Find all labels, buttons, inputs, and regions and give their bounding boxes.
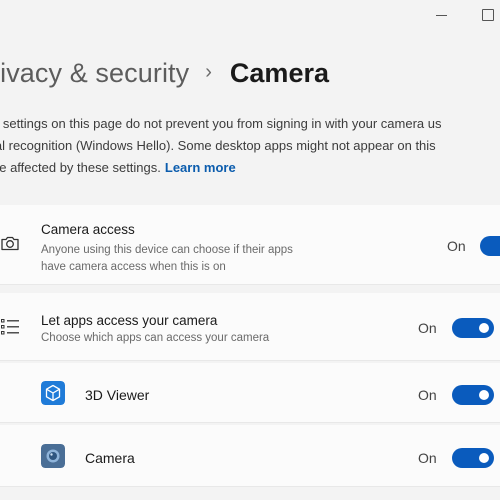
camera-access-toggle[interactable]	[480, 236, 500, 256]
maximize-icon[interactable]	[482, 9, 494, 21]
page-title: Camera	[229, 58, 329, 88]
camera-access-title: Camera access	[41, 222, 135, 237]
camera-app-toggle[interactable]	[452, 448, 494, 468]
3d-viewer-toggle[interactable]	[452, 385, 494, 405]
camera-app-icon	[41, 444, 65, 468]
description-line-1: e settings on this page do not prevent y…	[0, 116, 442, 131]
description-line-3: be affected by these settings. Learn more	[0, 157, 500, 179]
app-list-icon	[1, 319, 19, 335]
3d-viewer-toggle-label: On	[418, 387, 437, 403]
let-apps-toggle[interactable]	[452, 318, 494, 338]
description-line-2: ial recognition (Windows Hello). Some de…	[0, 138, 436, 153]
breadcrumb-separator-icon: ›	[205, 61, 212, 83]
minimize-icon[interactable]	[436, 15, 447, 16]
learn-more-link[interactable]: Learn more	[165, 160, 236, 175]
app-name-3d-viewer: 3D Viewer	[85, 387, 150, 403]
breadcrumb-parent-link[interactable]: rivacy & security	[0, 58, 189, 89]
page-description: e settings on this page do not prevent y…	[0, 113, 500, 179]
3d-viewer-icon	[41, 381, 65, 405]
let-apps-access-card: Let apps access your camera Choose which…	[0, 293, 500, 361]
app-row-3d-viewer: 3D Viewer On	[0, 363, 500, 423]
toggle-knob	[479, 453, 489, 463]
camera-app-toggle-label: On	[418, 450, 437, 466]
let-apps-toggle-label: On	[418, 320, 437, 336]
toggle-knob	[479, 390, 489, 400]
camera-access-subtitle: Anyone using this device can choose if t…	[41, 242, 293, 276]
breadcrumb: rivacy & security › Camera	[0, 58, 329, 89]
let-apps-access-title: Let apps access your camera	[41, 313, 218, 328]
let-apps-access-subtitle: Choose which apps can access your camera	[41, 332, 270, 344]
app-row-camera: Camera On	[0, 425, 500, 487]
camera-access-card: Camera access Anyone using this device c…	[0, 205, 500, 285]
camera-access-subtitle-line-2: have camera access when this is on	[41, 261, 226, 273]
description-line-3-text: be affected by these settings.	[0, 160, 161, 175]
app-name-camera: Camera	[85, 450, 135, 466]
camera-access-subtitle-line-1: Anyone using this device can choose if t…	[41, 244, 293, 256]
camera-access-toggle-label: On	[447, 238, 466, 254]
toggle-knob	[479, 323, 489, 333]
camera-icon	[1, 236, 19, 251]
